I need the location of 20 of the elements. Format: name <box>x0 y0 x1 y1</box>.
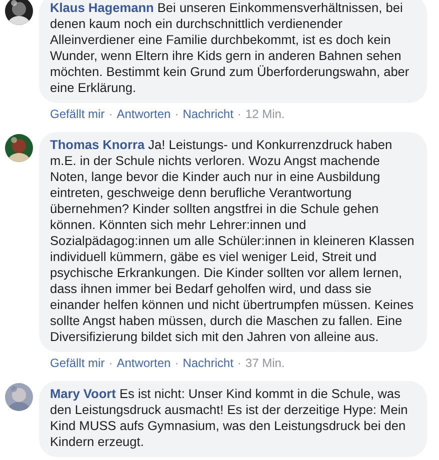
separator-dot: · <box>174 107 179 122</box>
comment-text: Mary Voort Es ist nicht: Unser Kind kommt in die Schule, was den Leistungsdruck ausmacht! Es ist der derzeitige Hype: Mein Kind MUSS aufs Gymnasium, was den Leistungsdruck bei den Kindern erzeugt. <box>50 386 409 450</box>
action-link[interactable]: Antworten <box>116 356 171 371</box>
timestamp: 37 Min. <box>245 356 285 371</box>
action-link[interactable]: Gefällt mir <box>50 107 105 122</box>
comment-text: Klaus Hagemann Bei unseren Einkommensverhältnissen, bei denen kaum noch ein durchschnittlich verdienender Alleinverdiener eine Familie durchbekommt, ist es doch kein Wunder, wenn Eltern ihre Kids gern in anderen Bahnen sehen möchten. Bestimmt kein Grund zum Überforderungswahn, aber eine Erklärung. <box>50 0 410 96</box>
action-link[interactable]: Nachricht <box>182 356 234 371</box>
separator-dot: · <box>108 107 113 122</box>
action-link[interactable]: Antworten <box>116 107 171 122</box>
separator-dot: · <box>237 356 242 371</box>
action-link[interactable]: Gefällt mir <box>50 356 105 371</box>
author-name[interactable]: Mary Voort <box>50 386 116 401</box>
comment-text: Thomas Knorra Ja! Leistungs- und Konkurrenzdruck haben m.E. in der Schule nichts verloren. Wozu Angst machende Noten, lange bevor die Kinder auch nur in eine Ausbildung eintreten, geschweige denn berufliche Verantwortung übernehmen? Kinder sollten angstfrei in die Schule gehen können. Könnten sich mehr Lehrer:innen und Sozialpädagog:innen um alle Schüler:innen in kleineren Klassen individuell kümmern, gäbe es viel weniger Leid, Streit und psychische Erkrankungen. Die Kinder sollten vor allem lernen, dass ihnen immer bei Bedarf geholfen wird, und dass sie einander helfen können und nicht übertrumpfen müssen. Keines sollte Angst haben müssen, durch die Maschen zu fallen. Eine Diversifizierung bildet sich mit den Jahren von alleine aus. <box>50 137 416 345</box>
separator-dot: · <box>108 356 113 371</box>
action-link[interactable]: Nachricht <box>182 107 234 122</box>
separator-dot: · <box>237 107 242 122</box>
timestamp: 12 Min. <box>245 107 285 122</box>
author-name[interactable]: Thomas Knorra <box>50 137 145 152</box>
separator-dot: · <box>174 356 179 371</box>
author-name[interactable]: Klaus Hagemann <box>50 0 154 15</box>
